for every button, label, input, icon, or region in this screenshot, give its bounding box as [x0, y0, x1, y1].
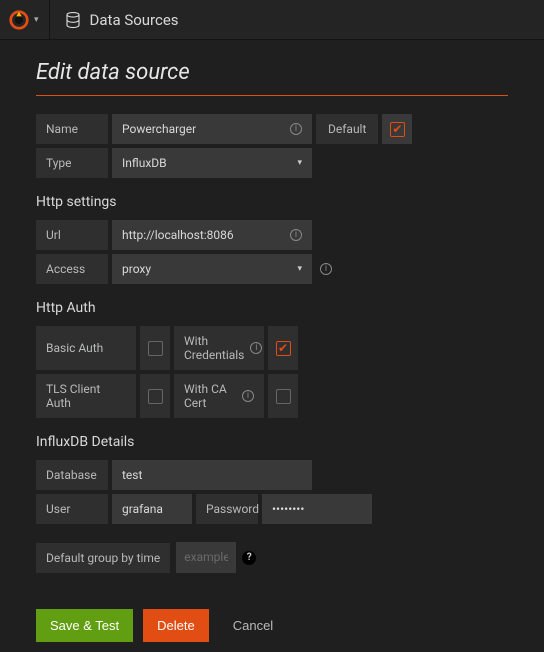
password-input[interactable]	[272, 502, 362, 516]
grafana-logo-icon	[8, 9, 30, 31]
ca-cert-checkbox[interactable]	[268, 374, 298, 418]
database-icon	[64, 11, 82, 29]
delete-button[interactable]: Delete	[143, 609, 209, 642]
database-input[interactable]	[122, 468, 302, 482]
default-checkbox: ✔	[390, 122, 405, 137]
info-icon[interactable]: i	[242, 390, 254, 402]
with-credentials-checkbox[interactable]: ✔	[268, 326, 298, 370]
chevron-down-icon: ▾	[34, 15, 39, 25]
cancel-button[interactable]: Cancel	[219, 609, 287, 642]
access-value: proxy	[122, 262, 151, 276]
url-input[interactable]	[122, 228, 284, 242]
divider	[36, 95, 508, 96]
chevron-down-icon: ▾	[297, 264, 302, 274]
http-settings-heading: Http settings	[36, 194, 508, 210]
app-menu[interactable]: ▾	[8, 0, 50, 39]
type-select[interactable]: InfluxDB ▾	[112, 148, 312, 178]
name-input-wrap: i	[112, 114, 312, 144]
default-checkbox-cell[interactable]: ✔	[382, 114, 412, 144]
page-title: Edit data source	[36, 60, 508, 85]
save-test-button[interactable]: Save & Test	[36, 609, 133, 642]
ca-cert-label: With CA Cert i	[174, 374, 264, 418]
type-value: InfluxDB	[122, 156, 167, 170]
user-input-wrap	[112, 494, 192, 524]
with-credentials-label: With Credentials i	[174, 326, 264, 370]
chevron-down-icon: ▾	[297, 158, 302, 168]
breadcrumb[interactable]: Data Sources	[50, 11, 179, 29]
topbar: ▾ Data Sources	[0, 0, 544, 40]
tls-auth-label: TLS Client Auth	[36, 374, 136, 418]
groupby-input-wrap	[176, 542, 236, 573]
url-input-wrap: i	[112, 220, 312, 250]
influx-details-heading: InfluxDB Details	[36, 434, 508, 450]
breadcrumb-text: Data Sources	[90, 11, 179, 29]
access-select[interactable]: proxy ▾	[112, 254, 312, 284]
info-icon: i	[320, 263, 332, 275]
password-input-wrap	[262, 494, 372, 524]
access-label: Access	[36, 254, 108, 284]
basic-auth-checkbox[interactable]	[140, 326, 170, 370]
tls-auth-checkbox[interactable]	[140, 374, 170, 418]
groupby-label: Default group by time	[36, 543, 170, 573]
help-icon[interactable]: ?	[242, 551, 256, 565]
http-auth-heading: Http Auth	[36, 300, 508, 316]
database-label: Database	[36, 460, 108, 490]
info-icon[interactable]: i	[290, 123, 302, 135]
basic-auth-label: Basic Auth	[36, 326, 136, 370]
user-input[interactable]	[122, 502, 182, 516]
name-input[interactable]	[122, 122, 284, 136]
access-info[interactable]: i	[316, 254, 336, 284]
info-icon[interactable]: i	[250, 342, 262, 354]
default-label: Default	[316, 114, 378, 144]
url-label: Url	[36, 220, 108, 250]
type-label: Type	[36, 148, 108, 178]
groupby-input[interactable]	[184, 550, 228, 564]
database-input-wrap	[112, 460, 312, 490]
check-icon: ✔	[278, 342, 288, 354]
page-content: Edit data source Name i Default ✔ Type I…	[0, 40, 544, 652]
name-label: Name	[36, 114, 108, 144]
user-label: User	[36, 494, 108, 524]
password-label: Password	[196, 494, 258, 524]
info-icon[interactable]: i	[290, 229, 302, 241]
check-icon: ✔	[392, 123, 402, 135]
